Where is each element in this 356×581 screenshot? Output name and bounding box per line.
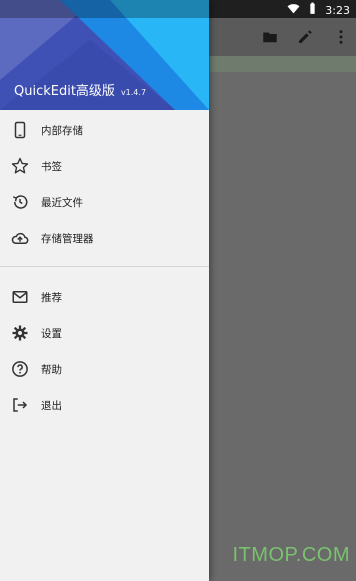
- menu-item-label: 推荐: [41, 291, 62, 304]
- drawer-menu: 内部存储 书签 最近文件 存储管理器 推荐 设置 帮助 退出: [0, 112, 209, 423]
- menu-item-storage-manager[interactable]: 存储管理器: [0, 220, 209, 256]
- menu-item-label: 设置: [41, 327, 62, 340]
- history-icon: [10, 192, 30, 212]
- star-icon: [10, 156, 30, 176]
- menu-item-label: 存储管理器: [41, 232, 94, 245]
- mail-icon: [10, 287, 30, 307]
- menu-divider: [0, 266, 209, 267]
- menu-item-recommend[interactable]: 推荐: [0, 279, 209, 315]
- help-icon: [10, 359, 30, 379]
- menu-item-label: 帮助: [41, 363, 62, 376]
- status-time: 3:23: [325, 3, 350, 17]
- navigation-drawer: QuickEdit高级版 v1.4.7 内部存储 书签 最近文件 存储管理器 推…: [0, 0, 209, 581]
- open-folder-icon[interactable]: [259, 26, 281, 48]
- menu-item-label: 书签: [41, 160, 62, 173]
- menu-item-label: 退出: [41, 399, 62, 412]
- edit-icon[interactable]: [294, 26, 316, 48]
- watermark: ITMOP.COM: [232, 544, 350, 566]
- menu-item-settings[interactable]: 设置: [0, 315, 209, 351]
- menu-item-exit[interactable]: 退出: [0, 387, 209, 423]
- menu-item-bookmarks[interactable]: 书签: [0, 148, 209, 184]
- phone-icon: [10, 120, 30, 140]
- drawer-app-title: QuickEdit高级版 v1.4.7: [14, 80, 146, 99]
- more-vert-icon[interactable]: [330, 26, 352, 48]
- exit-icon: [10, 395, 30, 415]
- menu-item-label: 内部存储: [41, 124, 83, 137]
- menu-item-label: 最近文件: [41, 196, 83, 209]
- menu-item-internal-storage[interactable]: 内部存储: [0, 112, 209, 148]
- battery-icon: [306, 2, 319, 18]
- cloud-upload-icon: [10, 228, 30, 248]
- wifi-icon: [287, 2, 300, 18]
- drawer-header: QuickEdit高级版 v1.4.7: [0, 0, 209, 110]
- menu-item-help[interactable]: 帮助: [0, 351, 209, 387]
- app-version: v1.4.7: [120, 88, 147, 97]
- gear-icon: [10, 323, 30, 343]
- menu-item-recent-files[interactable]: 最近文件: [0, 184, 209, 220]
- editor-highlight-line: [210, 56, 356, 72]
- app-name: QuickEdit高级版: [14, 84, 115, 99]
